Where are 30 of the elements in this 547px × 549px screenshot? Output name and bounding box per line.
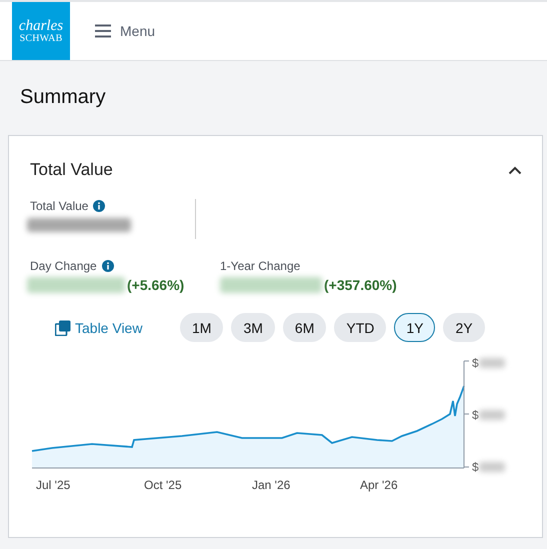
day-change-percent: (+5.66%) <box>127 277 184 293</box>
table-view-icon <box>55 320 71 336</box>
axis-label: Apr '26 <box>360 478 399 492</box>
range-tab[interactable]: YTD <box>334 313 386 342</box>
axis-label: Jan '26 <box>252 478 292 492</box>
blurred-value <box>478 410 505 420</box>
table-view-link[interactable]: Table View <box>55 320 180 336</box>
range-tab[interactable]: 1Y <box>394 313 436 342</box>
range-tab[interactable]: 1M <box>180 313 224 342</box>
range-tab[interactable]: 2Y <box>443 313 485 342</box>
axis-label: $ <box>472 356 479 370</box>
blurred-value <box>478 462 505 472</box>
axis-label: $ <box>472 408 479 422</box>
info-icon[interactable] <box>102 260 114 272</box>
info-icon[interactable] <box>93 200 106 212</box>
axis-label: Jul '25 <box>36 478 72 492</box>
year-change-percent: (+357.60%) <box>324 277 397 293</box>
year-change-label: 1-Year Change <box>220 259 300 273</box>
blurred-value <box>478 358 505 368</box>
page-title: Summary <box>19 85 107 109</box>
total-value-label: Total Value <box>30 199 88 213</box>
axis-label: Oct '25 <box>144 478 183 492</box>
menu-button[interactable]: Menu <box>94 2 156 60</box>
axis-label: $ <box>472 460 479 474</box>
menu-icon <box>94 24 112 38</box>
range-tab[interactable]: 3M <box>231 313 275 342</box>
chevron-icon[interactable] <box>508 166 522 174</box>
range-tab[interactable]: 6M <box>282 313 326 342</box>
card-title: Total Value <box>30 160 113 180</box>
day-change-label: Day Change <box>30 259 97 273</box>
